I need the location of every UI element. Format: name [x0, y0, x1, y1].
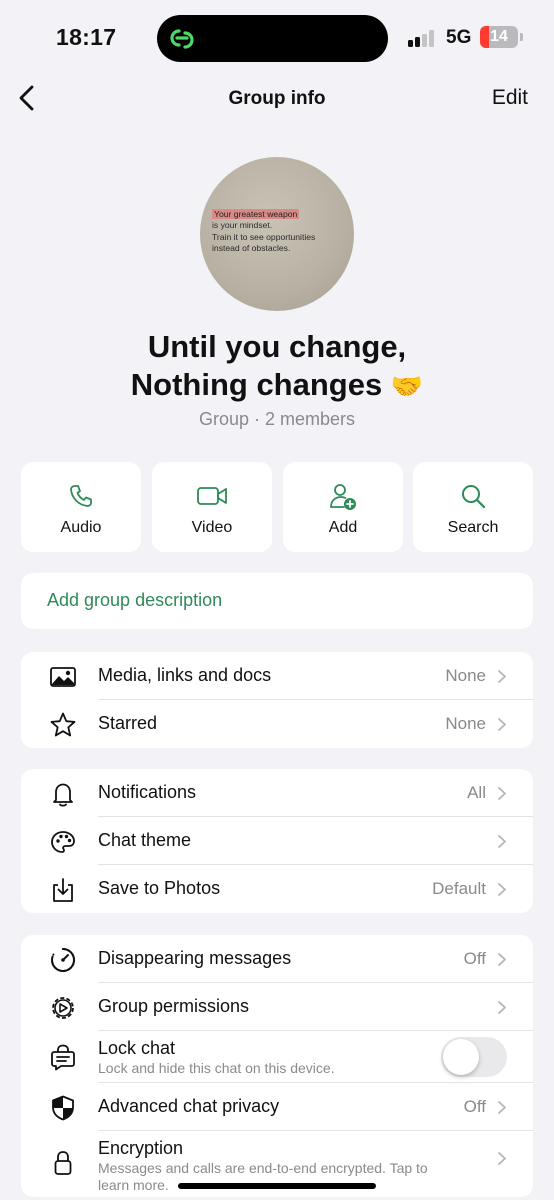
media-section: Media, links and docs None Starred None	[21, 652, 533, 748]
timer-icon	[51, 948, 76, 973]
page-title: Group info	[228, 88, 326, 109]
lock-icon	[54, 1151, 72, 1175]
group-avatar[interactable]: Your greatest weapon is your mindset. Tr…	[200, 157, 354, 311]
link-app-icon	[170, 29, 194, 49]
group-name-line1: Until you change,	[147, 329, 407, 364]
palette-icon	[51, 831, 75, 853]
group-subtitle: Group · 2 members	[198, 409, 356, 429]
download-icon	[53, 878, 73, 902]
advanced-privacy-row[interactable]: Advanced chat privacy Off	[21, 1083, 533, 1131]
chevron-right-icon	[498, 718, 506, 731]
notifications-label: Notifications	[98, 782, 197, 802]
avatar-quote-line: instead of obstacles.	[212, 243, 291, 254]
notifications-value: All	[467, 783, 486, 802]
add-description-button[interactable]: Add group description	[21, 573, 533, 629]
add-person-icon	[330, 484, 356, 510]
chevron-right-icon	[498, 670, 506, 683]
group-permissions-row[interactable]: Group permissions	[21, 983, 533, 1031]
add-description-label: Add group description	[47, 590, 223, 610]
dynamic-island	[157, 15, 388, 62]
star-icon	[50, 712, 76, 737]
disappearing-value: Off	[463, 949, 486, 968]
status-bar: 18:17 5G 14	[0, 0, 554, 80]
video-label: Video	[191, 519, 233, 536]
handshake-emoji: 🤝	[390, 371, 424, 401]
group-name: Until you change, Nothing changes 🤝	[0, 328, 554, 405]
chevron-right-icon	[498, 1152, 506, 1165]
add-member-button[interactable]: Add	[283, 462, 403, 552]
permissions-label: Group permissions	[98, 996, 250, 1016]
encryption-sub-line1: Messages and calls are end-to-end encryp…	[98, 1160, 428, 1176]
chevron-right-icon	[498, 953, 506, 966]
gear-icon	[52, 997, 74, 1019]
media-label: Media, links and docs	[98, 665, 272, 685]
starred-value: None	[445, 714, 486, 733]
chevron-right-icon	[498, 1001, 506, 1014]
lock-chat-sublabel: Lock and hide this chat on this device.	[98, 1060, 335, 1076]
media-links-docs-row[interactable]: Media, links and docs None	[21, 652, 533, 700]
action-buttons: Audio Video Add Search	[21, 462, 533, 552]
chevron-right-icon	[498, 1101, 506, 1114]
chat-theme-label: Chat theme	[98, 830, 192, 850]
chevron-right-icon	[498, 883, 506, 896]
search-icon	[462, 485, 486, 509]
image-icon	[50, 667, 76, 687]
save-to-photos-value: Default	[432, 879, 486, 898]
starred-label: Starred	[98, 713, 158, 733]
chevron-right-icon	[498, 787, 506, 800]
edit-button[interactable]: Edit	[492, 86, 528, 110]
lock-chat-label: Lock chat	[98, 1038, 176, 1058]
search-label: Search	[447, 519, 499, 536]
chevron-right-icon	[498, 835, 506, 848]
audio-label: Audio	[60, 519, 102, 536]
disappearing-label: Disappearing messages	[98, 948, 292, 968]
battery-percent: 14	[490, 28, 508, 45]
battery-tip	[520, 33, 523, 41]
add-label: Add	[328, 519, 358, 536]
lock-chat-toggle[interactable]	[441, 1037, 507, 1077]
lock-chat-row: Lock chat Lock and hide this chat on thi…	[21, 1031, 533, 1083]
video-call-button[interactable]: Video	[152, 462, 272, 552]
notifications-row[interactable]: Notifications All	[21, 769, 533, 817]
privacy-section: Disappearing messages Off Group permissi…	[21, 935, 533, 1197]
avatar-quote-highlight: Your greatest weapon	[212, 209, 300, 219]
status-time: 18:17	[56, 24, 117, 50]
toggle-knob	[443, 1039, 479, 1075]
advanced-privacy-value: Off	[463, 1097, 486, 1116]
avatar-quote-line: is your mindset.	[212, 220, 273, 231]
shield-icon	[52, 1095, 74, 1121]
group-name-line2: Nothing changes	[130, 367, 383, 402]
encryption-label: Encryption	[98, 1138, 184, 1158]
audio-call-button[interactable]: Audio	[21, 462, 141, 552]
video-icon	[197, 487, 227, 505]
media-value: None	[445, 666, 486, 685]
save-to-photos-row[interactable]: Save to Photos Default	[21, 865, 533, 913]
save-to-photos-label: Save to Photos	[98, 878, 221, 898]
advanced-privacy-label: Advanced chat privacy	[98, 1096, 280, 1116]
chat-lock-icon	[51, 1044, 75, 1071]
signal-icon	[408, 29, 438, 47]
home-indicator[interactable]	[178, 1183, 376, 1189]
disappearing-messages-row[interactable]: Disappearing messages Off	[21, 935, 533, 983]
chat-theme-row[interactable]: Chat theme	[21, 817, 533, 865]
search-button[interactable]: Search	[413, 462, 533, 552]
starred-row[interactable]: Starred None	[21, 700, 533, 748]
bell-icon	[53, 783, 73, 807]
avatar-quote-line: Train it to see opportunities	[212, 231, 316, 242]
avatar-quote: Your greatest weapon is your mindset. Tr…	[212, 209, 315, 255]
settings-section: Notifications All Chat theme Save to Pho…	[21, 769, 533, 913]
network-type: 5G	[446, 27, 472, 48]
battery-icon: 14	[480, 26, 518, 48]
phone-icon	[70, 485, 92, 507]
